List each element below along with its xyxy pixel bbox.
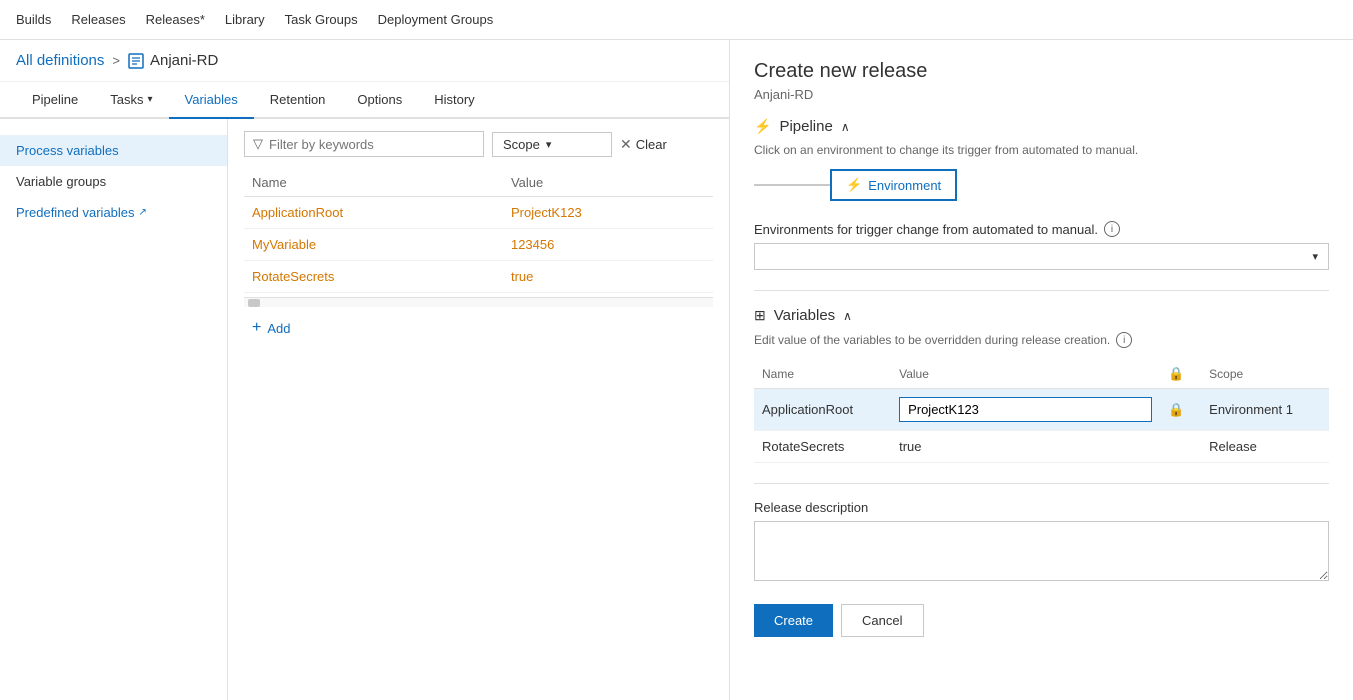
sub-tabs: Pipeline Tasks ▾ Variables Retention Opt… [0,82,729,119]
clear-button[interactable]: ✕ Clear [620,136,667,153]
var-value-1[interactable]: ProjectK123 [503,197,713,229]
sidebar-variable-groups[interactable]: Variable groups [0,166,227,197]
panel-title: Create new release [754,60,1329,83]
override-lock-1[interactable]: 🔒 [1160,389,1201,431]
pipeline-section-header: ⚡ Pipeline ∧ [754,118,1329,135]
filter-icon: ▽ [253,136,263,152]
trigger-section: Environments for trigger change from aut… [754,221,1329,270]
add-variable-button[interactable]: + Add [244,307,713,349]
filter-input-wrap[interactable]: ▽ [244,131,484,157]
tasks-chevron-icon: ▾ [148,94,153,105]
pipeline-row: ⚡ Environment [754,169,1329,201]
filter-row: ▽ Scope ▾ ✕ Clear [244,131,713,157]
override-input-1[interactable] [899,397,1152,422]
override-col-scope: Scope [1201,360,1329,389]
var-value-3[interactable]: true [503,261,713,293]
table-row: ApplicationRoot ProjectK123 [244,197,713,229]
scroll-handle[interactable] [244,297,713,307]
vars-grid-icon: ⊞ [754,307,766,324]
table-row: RotateSecrets true [244,261,713,293]
nav-library[interactable]: Library [225,12,265,27]
nav-deployment-groups[interactable]: Deployment Groups [378,12,494,27]
release-desc-label: Release description [754,500,1329,515]
pipeline-line [754,184,834,186]
cancel-button[interactable]: Cancel [841,604,923,637]
override-lock-2 [1160,431,1201,463]
sidebar-process-variables[interactable]: Process variables [0,135,227,166]
nav-releases-star[interactable]: Releases* [146,12,205,27]
trigger-chevron-icon: ▾ [1312,250,1318,263]
override-row: ApplicationRoot 🔒 Environment 1 [754,389,1329,431]
env-lightning-icon: ⚡ [846,177,862,193]
variables-panel: ▽ Scope ▾ ✕ Clear [228,119,729,700]
breadcrumb-all-definitions[interactable]: All definitions [16,52,104,69]
breadcrumb: All definitions > Anjani-RD [0,40,729,82]
definition-icon [128,53,144,69]
action-buttons: Create Cancel [754,604,1329,637]
override-name-2: RotateSecrets [754,431,891,463]
release-desc-textarea[interactable] [754,521,1329,581]
nav-task-groups[interactable]: Task Groups [285,12,358,27]
override-scope-1: Environment 1 [1201,389,1329,431]
scope-chevron-icon: ▾ [546,138,552,151]
trigger-dropdown[interactable]: ▾ [754,243,1329,270]
vars-chevron-icon[interactable]: ∧ [843,309,852,323]
scroll-thumb [248,299,260,307]
override-name-1: ApplicationRoot [754,389,891,431]
create-button[interactable]: Create [754,604,833,637]
environment-button[interactable]: ⚡ Environment [830,169,957,201]
table-row: MyVariable 123456 [244,229,713,261]
nav-releases[interactable]: Releases [71,12,125,27]
lock-icon-1: 🔒 [1168,402,1184,417]
tab-retention[interactable]: Retention [254,82,342,119]
override-col-name: Name [754,360,891,389]
col-name: Name [244,169,503,197]
tab-variables[interactable]: Variables [169,82,254,119]
filter-input[interactable] [269,137,475,152]
var-name-2[interactable]: MyVariable [244,229,503,261]
top-navigation: Builds Releases Releases* Library Task G… [0,0,1353,40]
override-value-2: true [891,431,1160,463]
pipeline-section: ⚡ Pipeline ∧ Click on an environment to … [754,118,1329,201]
external-link-icon: ↗ [139,207,147,218]
override-scope-2: Release [1201,431,1329,463]
override-value-1[interactable] [891,389,1160,431]
section-divider [754,290,1329,291]
tab-history[interactable]: History [418,82,490,119]
vars-info-icon[interactable]: i [1116,332,1132,348]
nav-builds[interactable]: Builds [16,12,51,27]
pipeline-chevron-icon[interactable]: ∧ [841,120,850,134]
override-col-lock: 🔒 [1160,360,1201,389]
trigger-label: Environments for trigger change from aut… [754,221,1329,237]
var-value-2[interactable]: 123456 [503,229,713,261]
desc-divider [754,483,1329,484]
vars-desc: Edit value of the variables to be overri… [754,332,1329,348]
clear-x-icon: ✕ [620,136,632,153]
sidebar-predefined-variables[interactable]: Predefined variables ↗ [0,197,227,228]
var-name-1[interactable]: ApplicationRoot [244,197,503,229]
override-col-value: Value [891,360,1160,389]
right-panel: Create new release Anjani-RD ⚡ Pipeline … [730,40,1353,700]
override-variables-table: Name Value 🔒 Scope ApplicationRoot [754,360,1329,463]
breadcrumb-current: Anjani-RD [128,52,218,69]
release-description-section: Release description [754,500,1329,584]
tab-options[interactable]: Options [341,82,418,119]
lock-header-icon: 🔒 [1168,366,1184,381]
pipeline-desc: Click on an environment to change its tr… [754,143,1329,157]
var-name-3[interactable]: RotateSecrets [244,261,503,293]
pipeline-lightning-icon: ⚡ [754,118,771,135]
col-value: Value [503,169,713,197]
variables-sidebar: Process variables Variable groups Predef… [0,119,228,700]
override-variables-section: ⊞ Variables ∧ Edit value of the variable… [754,307,1329,463]
breadcrumb-separator: > [112,53,120,68]
tab-pipeline[interactable]: Pipeline [16,82,94,119]
tab-tasks[interactable]: Tasks ▾ [94,82,168,119]
vars-section-header: ⊞ Variables ∧ [754,307,1329,324]
trigger-info-icon[interactable]: i [1104,221,1120,237]
plus-icon: + [252,319,261,337]
override-row: RotateSecrets true Release [754,431,1329,463]
panel-subtitle: Anjani-RD [754,87,1329,102]
scope-dropdown[interactable]: Scope ▾ [492,132,612,157]
variables-table: Name Value ApplicationRoot ProjectK123 M… [244,169,713,293]
